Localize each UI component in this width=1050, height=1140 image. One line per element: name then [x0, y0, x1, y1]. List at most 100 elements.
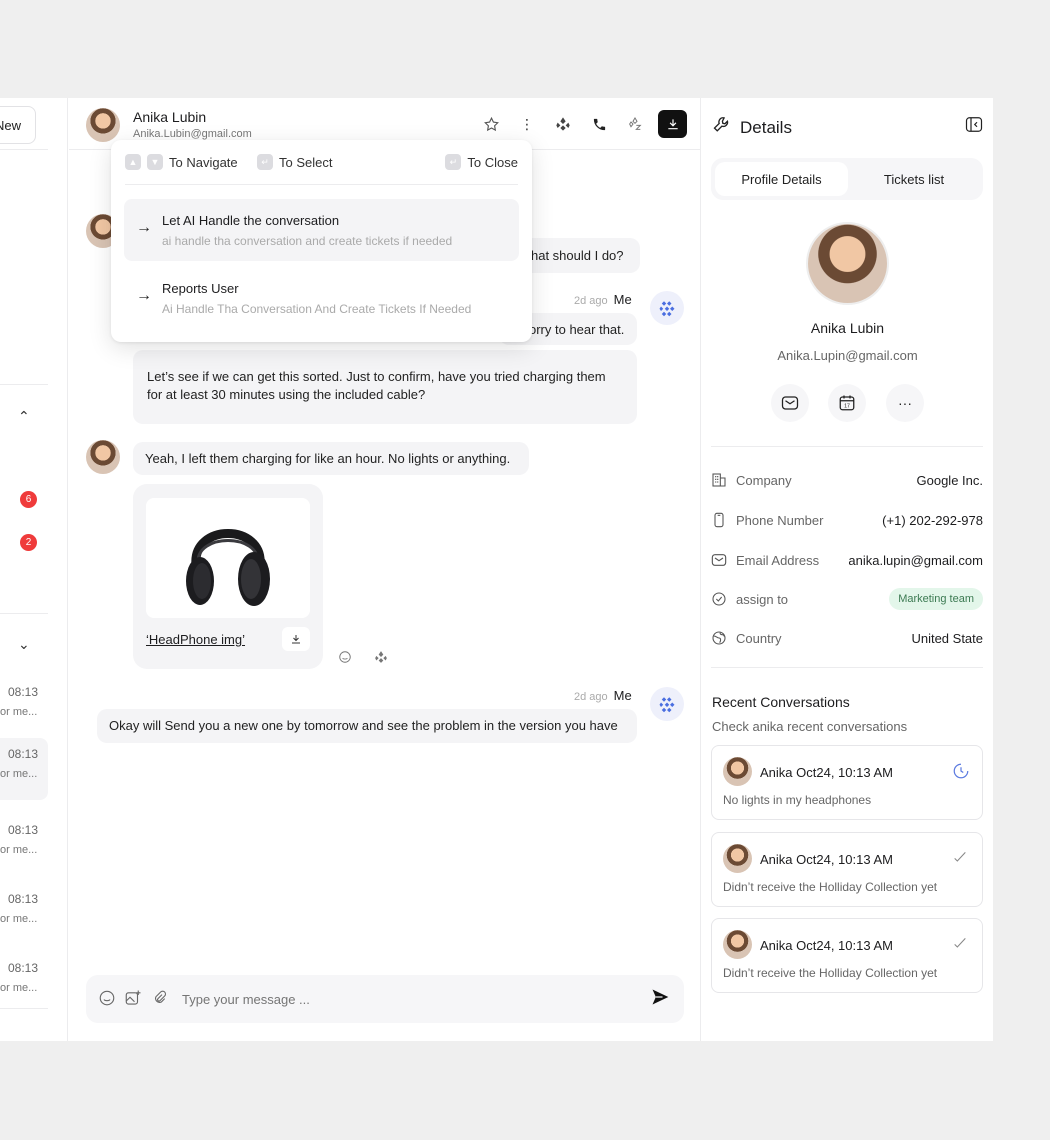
- enter-key-icon: ↵: [257, 154, 273, 170]
- image-add-icon[interactable]: [124, 989, 142, 1012]
- list-item[interactable]: 08:13 or me...: [0, 883, 48, 945]
- list-item[interactable]: 08:13 or me...: [0, 738, 48, 800]
- avatar[interactable]: [86, 108, 120, 142]
- divider: [0, 1008, 48, 1009]
- unread-badge: 6: [20, 491, 37, 508]
- ai-icon[interactable]: [550, 111, 576, 137]
- mail-icon: [711, 552, 727, 568]
- list-item-snippet: or me...: [0, 844, 38, 856]
- attachment-icon[interactable]: [152, 989, 168, 1012]
- contact-email: Anika.Lubin@gmail.com: [133, 128, 252, 140]
- conversation-list-panel: New ⌃ 6 2 ⌄ 08:13 or me... 08:13 or me..…: [0, 98, 68, 1041]
- list-item[interactable]: 08:13 or me...: [0, 814, 48, 876]
- popup-item-ai-handle[interactable]: → Let AI Handle the conversation ai hand…: [124, 199, 519, 261]
- arrow-up-key-icon: ▲: [125, 154, 141, 170]
- check-icon: [952, 849, 970, 867]
- image-label[interactable]: ‘HeadPhone img’: [146, 632, 245, 647]
- popup-item-reports-user[interactable]: → Reports User Ai Handle Tha Conversatio…: [124, 267, 519, 329]
- headphones-icon: [186, 529, 270, 606]
- profile-name: Anika Lubin: [810, 320, 885, 336]
- star-icon[interactable]: [478, 111, 504, 137]
- avatar: [86, 440, 120, 474]
- bot-avatar-icon: [650, 291, 684, 325]
- download-icon[interactable]: [282, 627, 310, 651]
- tab-profile-details[interactable]: Profile Details: [715, 162, 848, 196]
- info-row-company: Company Google Inc.: [711, 468, 983, 492]
- divider: [0, 384, 48, 385]
- divider: [711, 446, 983, 447]
- tab-tickets-list[interactable]: Tickets list: [849, 162, 979, 196]
- details-panel: Details Profile Details Tickets list Ani…: [702, 98, 993, 1041]
- list-item-time: 08:13: [7, 961, 38, 975]
- send-icon[interactable]: [650, 987, 672, 1009]
- arrow-right-icon: →: [136, 219, 152, 236]
- recent-conversations-subtitle: Check anika recent conversations: [712, 719, 908, 734]
- arrow-down-key-icon: ▼: [147, 154, 163, 170]
- list-item[interactable]: 08:13 or me...: [0, 952, 48, 1014]
- panel-collapse-icon[interactable]: [965, 116, 983, 133]
- divider: [0, 613, 48, 614]
- wrench-icon: [712, 115, 732, 140]
- header-actions: ⋮: [478, 110, 687, 138]
- list-item[interactable]: 08:13 or me...: [0, 676, 48, 738]
- new-button[interactable]: New: [0, 106, 36, 144]
- avatar: [723, 844, 752, 873]
- assign-team-badge[interactable]: Marketing team: [889, 588, 983, 610]
- list-item-time: 08:13: [7, 823, 38, 837]
- phone-icon[interactable]: [586, 111, 612, 137]
- unread-badge: 2: [20, 534, 37, 551]
- message-bubble: Let’s see if we can get this sorted. Jus…: [133, 350, 637, 424]
- avatar: [723, 930, 752, 959]
- list-item-snippet: or me...: [0, 768, 38, 780]
- emoji-react-icon[interactable]: [334, 646, 356, 668]
- calendar-icon[interactable]: 17: [828, 384, 866, 422]
- more-horizontal-icon[interactable]: ···: [886, 384, 924, 422]
- message-bubble: Okay will Send you a new one by tomorrow…: [97, 709, 637, 743]
- list-item-time: 08:13: [7, 892, 38, 906]
- details-title: Details: [712, 115, 792, 140]
- message-meta: 2d ago Me: [574, 688, 632, 703]
- recent-conversation-card[interactable]: Anika Oct24, 10:13 AM Didn’t receive the…: [711, 832, 983, 907]
- chevron-down-icon[interactable]: ⌄: [18, 636, 30, 653]
- message-input[interactable]: [182, 992, 582, 1007]
- more-vertical-icon[interactable]: ⋮: [514, 111, 540, 137]
- check-icon: [952, 935, 970, 953]
- check-circle-icon: [711, 591, 727, 607]
- recent-conversation-card[interactable]: Anika Oct24, 10:13 AM Didn’t receive the…: [711, 918, 983, 993]
- enter-key-icon: ↵: [445, 154, 462, 170]
- message-meta: 2d ago Me: [574, 292, 632, 307]
- globe-icon: [711, 630, 727, 646]
- chevron-up-icon[interactable]: ⌃: [18, 408, 30, 425]
- info-row-country: Country United State: [711, 626, 983, 650]
- mobile-icon: [711, 512, 727, 528]
- contact-name: Anika Lubin: [133, 109, 207, 125]
- headphone-image[interactable]: [146, 498, 310, 618]
- list-item-time: 08:13: [7, 747, 38, 761]
- list-item-snippet: or me...: [0, 982, 38, 994]
- divider: [0, 149, 48, 150]
- popup-shortcuts: ▲ ▼ To Navigate ↵ To Select ↵ To Close: [125, 154, 518, 172]
- clock-icon: [952, 762, 970, 780]
- emoji-icon[interactable]: [98, 989, 116, 1012]
- snooze-icon[interactable]: [622, 111, 648, 137]
- profile-avatar: [806, 222, 889, 305]
- command-popup: ▲ ▼ To Navigate ↵ To Select ↵ To Close →…: [111, 140, 532, 342]
- recent-conversation-card[interactable]: Anika Oct24, 10:13 AM No lights in my he…: [711, 745, 983, 820]
- ai-icon[interactable]: [370, 646, 392, 668]
- info-row-phone: Phone Number (+1) 202-292-978: [711, 508, 983, 532]
- download-icon[interactable]: [658, 110, 687, 138]
- list-item-snippet: or me...: [0, 706, 38, 718]
- bot-avatar-icon: [650, 687, 684, 721]
- svg-text:17: 17: [844, 404, 850, 410]
- details-tabs: Profile Details Tickets list: [711, 158, 983, 200]
- mail-icon[interactable]: [771, 384, 809, 422]
- list-item-snippet: or me...: [0, 913, 38, 925]
- message-bubble: Yeah, I left them charging for like an h…: [133, 442, 529, 475]
- arrow-right-icon: →: [136, 287, 152, 304]
- list-item-time: 08:13: [7, 685, 38, 699]
- recent-conversations-title: Recent Conversations: [712, 694, 850, 710]
- avatar: [723, 757, 752, 786]
- divider: [125, 184, 518, 185]
- profile-email: Anika.Lupin@gmail.com: [777, 348, 918, 363]
- image-attachment[interactable]: ‘HeadPhone img’: [133, 484, 323, 669]
